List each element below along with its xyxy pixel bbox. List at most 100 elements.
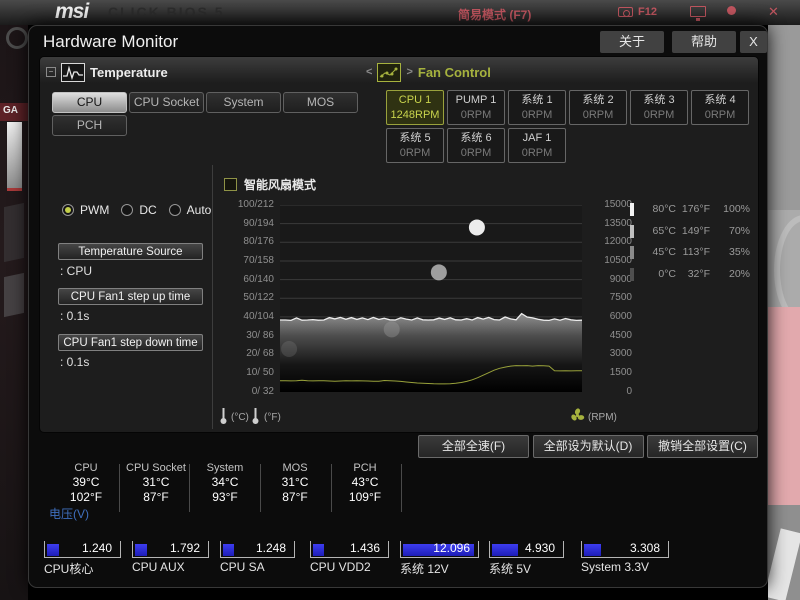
fan-button-7[interactable]: 系统 5 0RPM xyxy=(386,128,444,163)
easy-mode-button[interactable]: 简易模式 (F7) xyxy=(458,6,531,23)
fan-name: CPU 1 xyxy=(398,94,432,106)
smart-fan-label: 智能风扇模式 xyxy=(244,178,317,192)
voltage-label: CPU AUX xyxy=(132,560,185,574)
fan-button-9[interactable]: JAF 1 0RPM xyxy=(508,128,566,163)
camera-icon[interactable] xyxy=(618,7,633,17)
tab-mos[interactable]: MOS xyxy=(283,92,358,113)
setpoint-marker xyxy=(630,246,634,259)
voltage-gauge-3: 1.248 xyxy=(220,541,295,558)
background-shape xyxy=(768,307,800,505)
voltage-section-title: 电压(V) xyxy=(49,507,89,521)
step-up-time-button[interactable]: CPU Fan1 step up time xyxy=(58,288,203,305)
fan-button-3[interactable]: 系统 1 0RPM xyxy=(508,90,566,125)
voltage-label: CPU SA xyxy=(220,560,265,574)
fan-button-1[interactable]: CPU 1 1248RPM xyxy=(386,90,444,125)
fan-name: 系统 3 xyxy=(643,94,675,106)
bios-top-bar: msi CLICK BIOS 5 简易模式 (F7) F12 ✕ xyxy=(0,0,800,25)
tab-cpu-socket[interactable]: CPU Socket xyxy=(129,92,204,113)
rpm-axis-label: 6000 xyxy=(609,310,632,322)
set-default-button[interactable]: 全部设为默认(D) xyxy=(532,435,644,458)
voltage-value: 1.436 xyxy=(349,541,380,555)
full-speed-button[interactable]: 全部全速(F) xyxy=(418,435,529,458)
fan-button-8[interactable]: 系统 6 0RPM xyxy=(447,128,505,163)
msi-logo: msi xyxy=(55,0,89,23)
game-boost-dial-accent xyxy=(7,188,22,191)
fan-rpm-value: 0RPM xyxy=(521,147,553,159)
fan-button-2[interactable]: PUMP 1 0RPM xyxy=(447,90,505,125)
step-down-time-button[interactable]: CPU Fan1 step down time xyxy=(58,334,203,351)
voltage-value: 4.930 xyxy=(524,541,555,555)
tab-pch[interactable]: PCH xyxy=(52,115,127,136)
temp-axis-label: 20/ 68 xyxy=(246,348,274,360)
screenshot-f12-label: F12 xyxy=(638,6,657,18)
fan-name: 系统 5 xyxy=(399,132,431,144)
fahrenheit-unit-label: (°F) xyxy=(264,412,281,423)
fan-button-5[interactable]: 系统 3 0RPM xyxy=(630,90,688,125)
fan-button-4[interactable]: 系统 2 0RPM xyxy=(569,90,627,125)
bios-screen: msi CLICK BIOS 5 简易模式 (F7) F12 ✕ GA Hard… xyxy=(0,0,800,600)
screen-icon[interactable] xyxy=(690,6,706,21)
fan-button-6[interactable]: 系统 4 0RPM xyxy=(691,90,749,125)
tab-cpu[interactable]: CPU xyxy=(52,92,127,113)
prev-arrow-icon[interactable]: < xyxy=(366,66,372,78)
tab-system[interactable]: System xyxy=(206,92,281,113)
sensor-fahrenheit: 109°F xyxy=(348,490,382,504)
game-boost-label: GA xyxy=(3,105,18,116)
fan-rpm-value: 0RPM xyxy=(460,109,492,121)
setpoint-fahrenheit: 149°F xyxy=(681,224,710,237)
collapse-icon[interactable]: − xyxy=(46,67,56,77)
setpoint-celsius: 45°C xyxy=(652,246,676,258)
voltage-bar xyxy=(223,544,234,556)
fan-curve-icon xyxy=(377,62,402,82)
setpoint-row: 65°C 149°F 70% xyxy=(40,224,758,239)
fan-name: JAF 1 xyxy=(522,132,552,144)
setpoint-row: 45°C 113°F 35% xyxy=(40,246,758,260)
rpm-axis-label: 1500 xyxy=(609,366,632,378)
fan-curve-point[interactable] xyxy=(383,321,400,338)
fan-rpm-value: 0RPM xyxy=(460,147,492,159)
setpoint-row: 0°C 32°F 20% xyxy=(40,267,758,282)
fan-name: 系统 6 xyxy=(460,132,492,144)
voltage-bar xyxy=(47,544,59,556)
voltage-bar xyxy=(584,544,601,556)
setpoint-percent: 100% xyxy=(723,203,750,215)
temp-axis-label: 30/ 86 xyxy=(246,329,274,341)
about-button[interactable]: 关于 xyxy=(600,31,664,53)
setpoint-fahrenheit: 176°F xyxy=(681,203,710,215)
undo-all-button[interactable]: 撤销全部设置(C) xyxy=(647,435,758,458)
bell-icon[interactable] xyxy=(727,6,736,15)
fan-name: PUMP 1 xyxy=(455,94,497,106)
setpoint-percent: 20% xyxy=(728,267,750,280)
fan-control-header: < > Fan Control xyxy=(366,62,491,82)
temp-axis-label: 10/ 50 xyxy=(246,366,274,378)
help-button[interactable]: 帮助 xyxy=(672,31,736,53)
setpoint-marker xyxy=(630,224,634,238)
game-boost-dial xyxy=(7,122,22,188)
window-title: Hardware Monitor xyxy=(43,32,179,51)
close-button[interactable]: X xyxy=(740,31,767,53)
fan-name: 系统 4 xyxy=(704,94,736,106)
step-up-time-value: : 0.1s xyxy=(60,309,90,323)
voltage-value: 1.792 xyxy=(169,541,200,555)
thermometer-c-icon xyxy=(219,406,228,425)
close-icon[interactable]: ✕ xyxy=(768,4,779,20)
sensor-name: PCH xyxy=(353,462,377,474)
fan-rpm-value: 0RPM xyxy=(521,109,553,121)
next-arrow-icon[interactable]: > xyxy=(406,66,412,78)
voltage-gauge-7: 3.308 xyxy=(581,541,669,558)
temperature-header: − Temperature xyxy=(46,62,168,82)
smart-fan-checkbox[interactable] xyxy=(224,178,237,191)
fan-curve-point[interactable] xyxy=(281,340,298,357)
voltage-bar xyxy=(492,544,518,556)
bios-left-edge: GA xyxy=(0,25,28,600)
hardware-monitor-window: Hardware Monitor 关于 帮助 X − Temperature C… xyxy=(28,25,768,588)
background-shape xyxy=(4,272,24,318)
setpoint-celsius: 65°C xyxy=(652,224,676,237)
fan-name: 系统 1 xyxy=(521,94,553,106)
celsius-unit-label: (°C) xyxy=(231,412,249,423)
fan-rpm-value: 0RPM xyxy=(704,109,736,121)
voltage-gauge-2: 1.792 xyxy=(132,541,209,558)
fan-rpm-value: 0RPM xyxy=(582,109,614,121)
voltage-label: 系统 12V xyxy=(400,562,449,576)
voltage-value: 1.248 xyxy=(255,541,286,555)
